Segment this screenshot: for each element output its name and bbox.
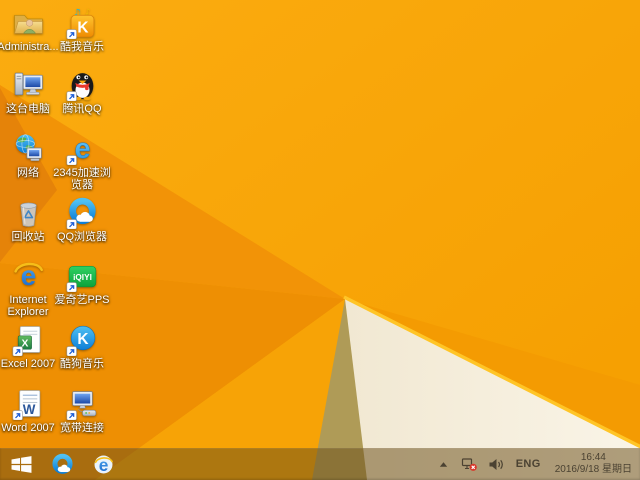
qq-browser-icon — [51, 453, 73, 474]
desktop-icon-label: 爱奇艺PPS — [54, 294, 110, 306]
taskbar-internet-explorer-button[interactable]: e — [90, 450, 116, 478]
network-disconnected-icon — [462, 458, 477, 471]
recycle-bin-icon — [19, 202, 37, 227]
desktop-icon-qq-browser[interactable]: QQ浏览器 — [51, 196, 113, 243]
windows-logo-icon — [11, 455, 31, 473]
system-tray: ENG 16:44 2016/9/18 星期日 — [435, 448, 640, 480]
shortcut-arrow-overlay — [12, 346, 23, 356]
qq-penguin-icon — [66, 73, 93, 101]
desktop-icon-label: 这台电脑 — [6, 103, 50, 115]
desktop-icon-label: Excel 2007 — [0, 358, 56, 370]
desktop-icon-label: 2345加速浏览器 — [53, 167, 111, 191]
clock-date: 2016/9/18 星期日 — [554, 464, 632, 475]
taskbar-qq-browser-button[interactable] — [49, 450, 75, 478]
shortcut-arrow-overlay — [12, 410, 23, 420]
svg-text:W: W — [22, 402, 35, 417]
desktop-icon-kuwo-music[interactable]: ♫ ♪ K 酷我音乐 — [51, 6, 113, 53]
shortcut-arrow-overlay — [66, 155, 77, 165]
kuwo-music-icon: ♫ ♪ K — [66, 6, 94, 39]
shortcut-arrow-overlay — [66, 282, 77, 292]
desktop-icon-label: Word 2007 — [1, 422, 55, 434]
svg-text:e: e — [74, 133, 90, 165]
desktop-icon-label: 酷我音乐 — [60, 41, 104, 53]
desktop-icon-broadband[interactable]: 宽带连接 — [51, 387, 113, 434]
excel-icon: X — [12, 326, 40, 356]
desktop-icon-label: 酷狗音乐 — [60, 358, 104, 370]
volume-button[interactable] — [487, 450, 505, 478]
internet-explorer-icon: e — [94, 454, 113, 474]
internet-explorer-icon: e — [13, 260, 43, 291]
iqiyi-icon: iQIYI — [66, 265, 96, 292]
show-hidden-icons-button[interactable] — [435, 450, 453, 478]
desktop-icon-label: 回收站 — [11, 231, 45, 243]
shortcut-arrow-overlay — [66, 410, 77, 420]
start-button[interactable] — [8, 450, 34, 478]
svg-text:iQIYI: iQIYI — [73, 273, 92, 282]
desktop-icon-label: 宽带连接 — [60, 422, 104, 434]
qq-browser-icon — [66, 197, 96, 229]
computer-icon — [14, 72, 43, 96]
desktop-icon-label: 腾讯QQ — [62, 103, 102, 115]
taskbar-left: e — [0, 448, 116, 480]
desktop-icon-kugou-music[interactable]: K 酷狗音乐 — [51, 323, 113, 370]
desktop: Administra... 这台电脑 网络 回收站 e Internet Exp… — [0, 0, 640, 480]
desktop-icon-label: Administra... — [0, 41, 59, 53]
svg-text:K: K — [77, 19, 89, 36]
shortcut-arrow-overlay — [66, 346, 77, 356]
language-indicator[interactable]: ENG — [513, 458, 544, 470]
shortcut-arrow-overlay — [66, 29, 77, 39]
taskbar: e ENG 16:44 2016/9/18 星期日 — [0, 448, 640, 480]
word-icon: W — [12, 390, 40, 420]
svg-text:♪: ♪ — [85, 6, 90, 16]
2345-browser-icon: e — [66, 133, 90, 165]
shortcut-arrow-overlay — [66, 91, 77, 101]
desktop-icon-2345-browser[interactable]: e 2345加速浏览器 — [51, 132, 113, 191]
desktop-icon-iqiyi-pps[interactable]: iQIYI 爱奇艺PPS — [51, 259, 113, 306]
network-status-button[interactable] — [461, 450, 479, 478]
network-globe-icon — [15, 134, 42, 161]
taskbar-clock[interactable]: 16:44 2016/9/18 星期日 — [552, 452, 635, 476]
chevron-up-icon — [440, 461, 448, 467]
desktop-icon-label: QQ浏览器 — [56, 231, 108, 243]
desktop-icon-tencent-qq[interactable]: 腾讯QQ — [51, 68, 113, 115]
kugou-music-icon: K — [66, 325, 95, 356]
svg-text:K: K — [77, 331, 89, 348]
desktop-icon-label: 网络 — [17, 167, 39, 179]
clock-time: 16:44 — [580, 452, 606, 463]
broadband-connection-icon — [66, 391, 96, 420]
speaker-icon — [489, 458, 503, 470]
shortcut-arrow-overlay — [66, 219, 77, 229]
user-folder-icon — [13, 14, 43, 34]
